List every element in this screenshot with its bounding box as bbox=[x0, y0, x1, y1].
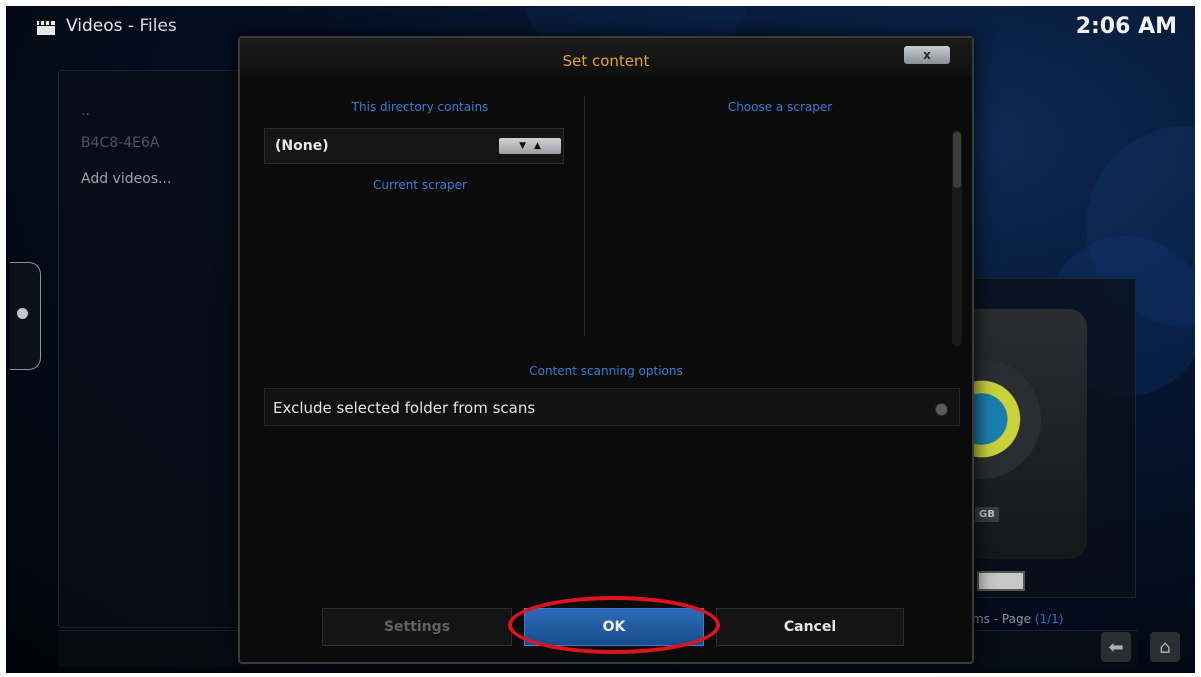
exclude-folder-toggle[interactable] bbox=[935, 403, 948, 416]
file-list: .. B4C8-4E6A Add videos... bbox=[58, 70, 260, 628]
content-type-spinner[interactable]: ▼ ▲ bbox=[499, 138, 561, 154]
drive-disc-graphic bbox=[967, 359, 1041, 479]
drive-size-label: GB bbox=[975, 507, 999, 522]
clock: 2:06 AM bbox=[1075, 14, 1177, 39]
section-title: Videos bbox=[66, 16, 123, 36]
choose-scraper-label: Choose a scraper bbox=[727, 100, 833, 114]
set-content-dialog: Set content x This directory contains (N… bbox=[238, 36, 974, 664]
triangle-up-icon[interactable]: ▲ bbox=[534, 141, 541, 151]
section-subtitle: Files bbox=[139, 16, 177, 36]
content-type-value: (None) bbox=[275, 138, 329, 154]
directory-contains-label: This directory contains bbox=[351, 100, 489, 114]
column-divider bbox=[584, 96, 585, 336]
settings-button[interactable]: Settings bbox=[322, 608, 512, 646]
items-text: ms - Page bbox=[972, 612, 1031, 626]
preview-panel: GB bbox=[966, 278, 1136, 598]
list-item-parent[interactable]: .. bbox=[81, 103, 90, 119]
list-item-add-videos[interactable]: Add videos... bbox=[81, 171, 171, 187]
highlight-ring bbox=[508, 596, 720, 654]
exclude-folder-label: Exclude selected folder from scans bbox=[273, 399, 536, 417]
hard-drive-image: GB bbox=[967, 309, 1087, 591]
triangle-down-icon[interactable]: ▼ bbox=[519, 141, 526, 151]
kodi-screen: Videos - Files 2:06 AM .. B4C8-4E6A Add … bbox=[6, 6, 1195, 673]
cancel-button[interactable]: Cancel bbox=[716, 608, 904, 646]
circle-dot-icon bbox=[17, 308, 28, 319]
title-separator: - bbox=[127, 16, 135, 36]
scraper-list-scrollbar[interactable] bbox=[952, 130, 962, 346]
back-arrow-icon[interactable]: ⬅ bbox=[1101, 632, 1131, 662]
page-title: Videos - Files bbox=[66, 16, 177, 36]
scanning-options-label: Content scanning options bbox=[529, 364, 683, 378]
close-button[interactable]: x bbox=[904, 46, 950, 64]
dialog-title: Set content bbox=[562, 52, 650, 70]
clapperboard-icon bbox=[37, 21, 55, 35]
home-icon[interactable]: ⌂ bbox=[1150, 632, 1180, 662]
content-type-select[interactable]: (None) ▼ ▲ bbox=[264, 128, 564, 164]
scrollbar-thumb[interactable] bbox=[953, 132, 961, 188]
exclude-folder-option[interactable]: Exclude selected folder from scans bbox=[264, 388, 960, 426]
current-scraper-label: Current scraper bbox=[373, 178, 467, 192]
drive-port-graphic bbox=[977, 571, 1025, 591]
list-item-drive[interactable]: B4C8-4E6A bbox=[81, 135, 159, 151]
side-menu-tab[interactable] bbox=[10, 262, 41, 370]
page-indicator: ms - Page (1/1) bbox=[972, 612, 1063, 626]
page-number: (1/1) bbox=[1034, 612, 1064, 626]
